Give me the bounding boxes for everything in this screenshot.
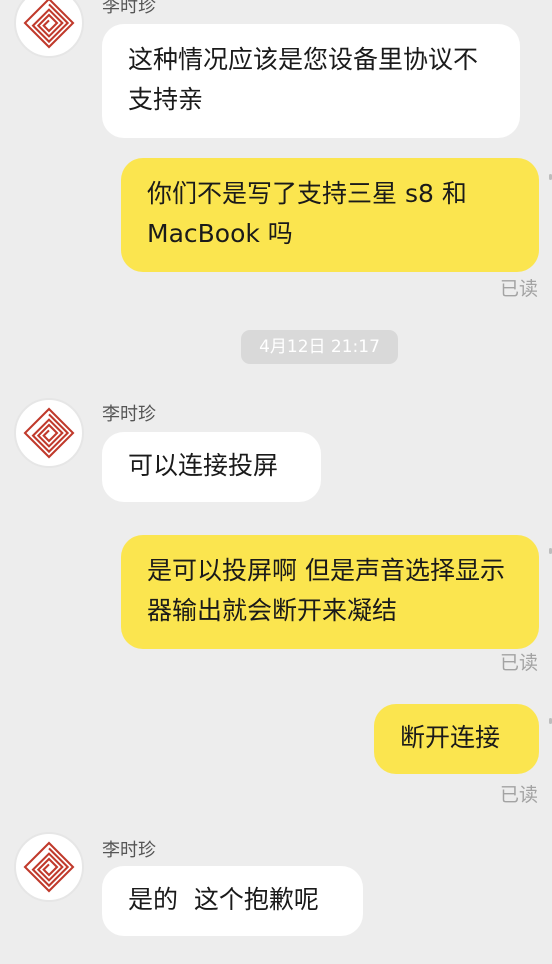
- timestamp-divider: 4月12日 21:17: [241, 330, 398, 364]
- maze-logo-icon: [23, 841, 75, 893]
- chat-thread: 李时珍 这种情况应该是您设备里协议不支持亲 你们不是写了支持三星 s8 和 Ma…: [0, 0, 552, 964]
- incoming-message-bubble[interactable]: 是的 这个抱歉呢: [102, 866, 363, 936]
- read-status: 已读: [499, 652, 538, 674]
- outgoing-message-bubble[interactable]: 是可以投屏啊 但是声音选择显示器输出就会断开来凝结: [121, 535, 539, 649]
- contact-avatar[interactable]: [14, 398, 84, 468]
- incoming-message-bubble[interactable]: 可以连接投屏: [102, 432, 321, 502]
- maze-logo-icon: [23, 0, 75, 49]
- contact-avatar[interactable]: [14, 0, 84, 58]
- read-status: 已读: [499, 784, 538, 806]
- outgoing-message-bubble[interactable]: 断开连接: [374, 704, 539, 774]
- sender-name: 李时珍: [102, 840, 156, 861]
- maze-logo-icon: [23, 407, 75, 459]
- sender-name: 李时珍: [102, 0, 156, 17]
- sender-name: 李时珍: [102, 404, 156, 425]
- contact-avatar[interactable]: [14, 832, 84, 902]
- read-status: 已读: [499, 278, 538, 300]
- incoming-message-bubble[interactable]: 这种情况应该是您设备里协议不支持亲: [102, 24, 520, 138]
- outgoing-message-bubble[interactable]: 你们不是写了支持三星 s8 和 MacBook 吗: [121, 158, 539, 272]
